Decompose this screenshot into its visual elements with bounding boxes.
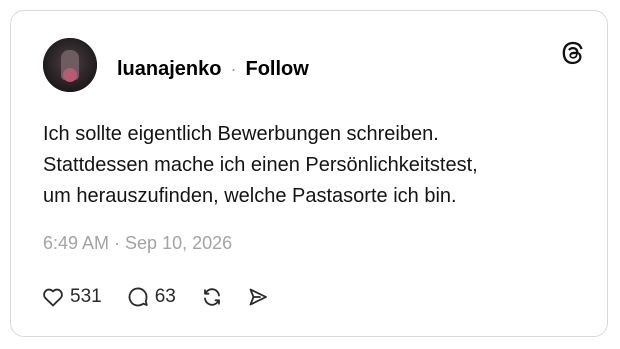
like-count: 531 (70, 286, 102, 307)
post-text-line: um herauszufinden, welche Pastasorte ich… (43, 185, 457, 207)
separator-dot: · (230, 59, 237, 79)
like-button[interactable]: 531 (41, 285, 102, 309)
post-timestamp[interactable]: 6:49 AM · Sep 10, 2026 (43, 233, 232, 254)
reply-button[interactable]: 63 (126, 285, 176, 309)
repost-button[interactable] (200, 285, 224, 309)
reply-count: 63 (154, 286, 176, 307)
avatar[interactable] (43, 38, 97, 92)
share-button[interactable] (246, 285, 270, 309)
post-header: luanajenko · Follow (117, 58, 309, 81)
avatar-accent (63, 68, 77, 82)
threads-logo-icon[interactable] (559, 39, 587, 67)
post-text: Ich sollte eigentlich Bewerbungen schrei… (43, 119, 583, 212)
repost-arrows-icon (203, 288, 220, 306)
comment-bubble-icon (128, 287, 148, 307)
username-link[interactable]: luanajenko (117, 58, 221, 81)
action-bar: 531 63 (41, 283, 270, 311)
heart-icon (43, 288, 63, 307)
send-icon (249, 288, 267, 306)
post-text-line: Ich sollte eigentlich Bewerbungen schrei… (43, 123, 439, 145)
post-card: luanajenko · Follow Ich sollte eigentlic… (10, 10, 608, 337)
post-text-line: Stattdessen mache ich einen Persönlichke… (43, 154, 478, 176)
follow-button[interactable]: Follow (245, 58, 308, 81)
